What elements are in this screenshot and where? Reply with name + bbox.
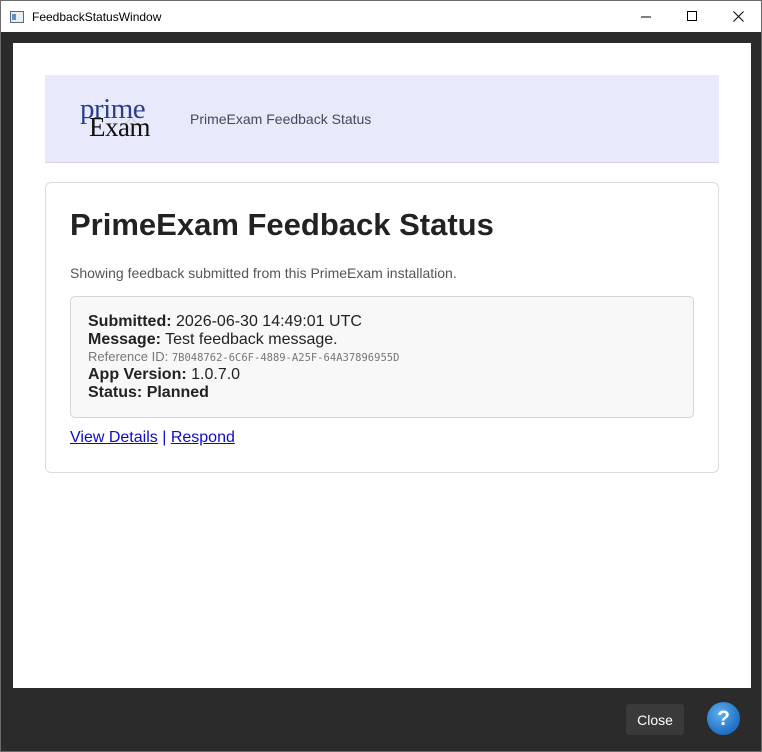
feedback-details: Submitted: 2026-06-30 14:49:01 UTC Messa… [70,296,694,418]
window-icon [10,10,24,23]
footer-bar: Close ? [2,688,760,750]
version-row: App Version: 1.0.7.0 [88,366,676,384]
status-row: Status: Planned [88,384,676,402]
message-row: Message: Test feedback message. [88,331,676,349]
reference-row: Reference ID: 7B048762-6C6F-4889-A25F-64… [88,349,676,366]
minimize-icon [640,16,651,18]
message-value: Test feedback message. [165,331,338,348]
action-links: View Details | Respond [70,429,235,447]
page-description: Showing feedback submitted from this Pri… [70,265,457,281]
submitted-row: Submitted: 2026-06-30 14:49:01 UTC [88,313,676,331]
window-controls [623,1,761,32]
title-bar[interactable]: FeedbackStatusWindow [1,1,761,32]
reference-value: 7B048762-6C6F-4889-A25F-64A37896955D [171,352,400,364]
version-label: App Version: [88,366,187,383]
reference-label: Reference ID: [88,349,169,364]
maximize-button[interactable] [669,1,715,32]
feedback-card: PrimeExam Feedback Status Showing feedba… [45,182,719,473]
web-content: ✧ prime Exam PrimeExam Feedback Status P… [13,43,751,688]
header-banner: ✧ prime Exam PrimeExam Feedback Status [45,75,719,163]
submitted-value: 2026-06-30 14:49:01 UTC [176,313,362,330]
banner-title: PrimeExam Feedback Status [190,111,372,127]
close-icon [732,11,744,22]
link-separator: | [162,429,167,446]
primeexam-logo: ✧ prime Exam [79,95,167,145]
respond-link[interactable]: Respond [171,429,235,446]
maximize-icon [686,11,697,21]
page-title: PrimeExam Feedback Status [70,207,494,242]
help-button[interactable]: ? [707,702,740,735]
feedback-status-window: FeedbackStatusWindow ✧ prime Exam PrimeE… [0,0,762,752]
close-window-button[interactable] [715,1,761,32]
submitted-label: Submitted: [88,313,172,330]
view-details-link[interactable]: View Details [70,429,158,446]
version-value: 1.0.7.0 [191,366,241,383]
window-title: FeedbackStatusWindow [32,9,162,24]
status-label: Status: [88,384,143,401]
status-value: Planned [146,384,209,401]
logo-text-exam: Exam [89,112,150,142]
help-icon: ? [717,706,730,730]
minimize-button[interactable] [623,1,669,32]
close-button[interactable]: Close [626,704,684,735]
message-label: Message: [88,331,161,348]
